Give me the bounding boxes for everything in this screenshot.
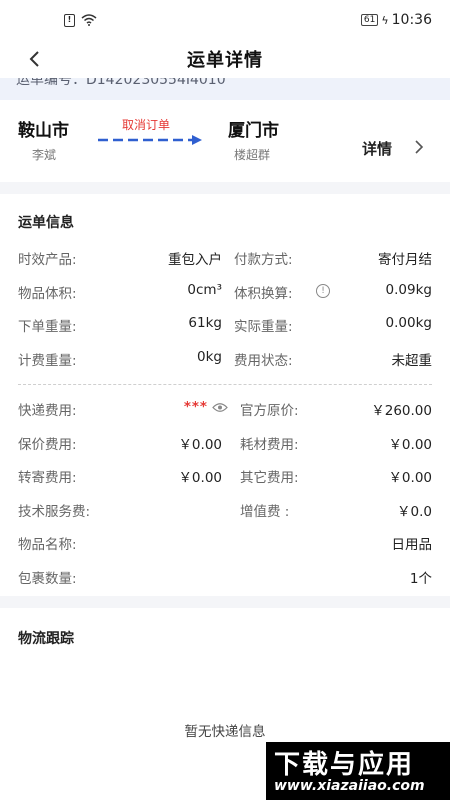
order-status: 取消订单 bbox=[122, 118, 171, 132]
info-value: 未超重 bbox=[391, 352, 433, 369]
info-value: 寄付月结 bbox=[378, 252, 432, 268]
info-label: 下单重量: bbox=[18, 319, 77, 335]
fee-label: 快递费用: bbox=[18, 403, 77, 419]
sender-name: 李斌 bbox=[32, 148, 57, 162]
chevron-right-icon bbox=[415, 140, 424, 154]
info-row: 下单重量: 61kg 实际重量: 0.00kg bbox=[0, 307, 450, 341]
fee-value: ￥0.00 bbox=[178, 470, 222, 486]
watermark-url-text: www.xiazaiiao.com bbox=[274, 778, 425, 794]
fee-label: 官方原价: bbox=[240, 403, 299, 419]
fee-label: 耗材费用: bbox=[240, 436, 299, 453]
waybill-number-text: 运单编号：D1420230554I4010 bbox=[16, 78, 226, 88]
dashed-divider bbox=[18, 384, 432, 385]
status-time: 10:36 bbox=[391, 12, 432, 28]
fee-label: 增值费 : bbox=[240, 503, 290, 520]
eye-icon[interactable] bbox=[212, 402, 228, 413]
waybill-number-strip: 运单编号：D1420230554I4010 bbox=[0, 78, 450, 100]
tracking-section: 物流跟踪 bbox=[0, 608, 450, 648]
info-label: 时效产品: bbox=[18, 252, 77, 268]
origin-city: 鞍山市 bbox=[18, 121, 69, 141]
detail-link[interactable]: 详情 bbox=[362, 138, 392, 159]
charging-icon: ϟ bbox=[381, 13, 389, 27]
package-count-label: 包裹数量: bbox=[18, 570, 77, 587]
sim-alert-icon: ! bbox=[64, 13, 75, 27]
info-label: 实际重量: bbox=[234, 319, 293, 335]
watermark-logo: 下载与应用 www.xiazaiiao.com bbox=[266, 742, 450, 800]
info-value: 0.00kg bbox=[385, 315, 432, 331]
wifi-icon bbox=[81, 14, 97, 26]
info-value: 0kg bbox=[197, 348, 222, 365]
chevron-left-icon bbox=[29, 51, 39, 67]
fee-value: ￥260.00 bbox=[371, 403, 432, 419]
fee-value: ￥0.00 bbox=[178, 436, 222, 453]
info-value: 0.09kg bbox=[385, 281, 432, 298]
info-row: 物品名称: 日用品 bbox=[0, 525, 450, 559]
masked-fee-value: *** bbox=[183, 399, 208, 415]
info-label: 体积换算: bbox=[234, 285, 293, 302]
fee-value: ￥0.00 bbox=[388, 436, 432, 453]
fee-value: ￥0.0 bbox=[397, 503, 432, 520]
waybill-section-title: 运单信息 bbox=[18, 215, 74, 231]
package-count-value: 1个 bbox=[409, 570, 432, 587]
info-value: 重包入户 bbox=[168, 252, 222, 268]
empty-tracking-message: 暂无快递信息 bbox=[184, 724, 266, 740]
nav-bar: 运单详情 bbox=[0, 40, 450, 78]
fee-label: 其它费用: bbox=[240, 470, 299, 486]
battery-icon: 61 bbox=[360, 14, 379, 26]
info-label: 物品体积: bbox=[18, 285, 77, 302]
back-button[interactable] bbox=[22, 46, 46, 72]
info-label: 付款方式: bbox=[234, 252, 293, 268]
watermark-main-text: 下载与应用 bbox=[274, 750, 415, 780]
info-label: 计费重量: bbox=[18, 352, 77, 369]
info-row: 计费重量: 0kg 费用状态: 未超重 bbox=[0, 341, 450, 375]
fee-label: 保价费用: bbox=[18, 436, 77, 453]
waybill-section: 运单信息 时效产品: 重包入户 付款方式: 寄付月结 物品体积: 0cm³ 体积… bbox=[0, 194, 450, 592]
fee-row: 保价费用: ￥0.00 耗材费用: ￥0.00 bbox=[0, 425, 450, 459]
destination-city: 厦门市 bbox=[228, 121, 279, 141]
fee-row: 转寄费用: ￥0.00 其它费用: ￥0.00 bbox=[0, 458, 450, 492]
item-name-label: 物品名称: bbox=[18, 537, 77, 553]
tracking-section-title: 物流跟踪 bbox=[18, 631, 74, 647]
section-divider bbox=[0, 596, 450, 608]
status-bar: ! 61 ϟ 10:36 bbox=[0, 0, 450, 40]
page-title: 运单详情 bbox=[187, 50, 263, 71]
fee-label: 技术服务费: bbox=[18, 503, 91, 520]
route-arrow-icon bbox=[98, 135, 202, 145]
info-icon[interactable]: ! bbox=[316, 283, 330, 298]
info-row: 物品体积: 0cm³ 体积换算: ! 0.09kg bbox=[0, 274, 450, 308]
info-row: 包裹数量: 1个 bbox=[0, 559, 450, 593]
info-label: 费用状态: bbox=[234, 352, 293, 369]
fee-value: ￥0.00 bbox=[388, 470, 432, 486]
fee-label: 转寄费用: bbox=[18, 470, 77, 486]
item-name-value: 日用品 bbox=[391, 537, 433, 553]
section-divider bbox=[0, 182, 450, 194]
info-value: 0cm³ bbox=[187, 281, 222, 298]
status-right: 61 ϟ 10:36 bbox=[360, 12, 432, 28]
receiver-name: 楼超群 bbox=[234, 148, 271, 162]
fee-row: 技术服务费: 增值费 : ￥0.0 bbox=[0, 492, 450, 526]
info-row: 时效产品: 重包入户 付款方式: 寄付月结 bbox=[0, 240, 450, 274]
status-left: ! bbox=[64, 13, 97, 27]
info-value: 61kg bbox=[188, 315, 222, 331]
fee-row: 快递费用: *** 官方原价: ￥260.00 bbox=[0, 391, 450, 425]
route-card[interactable]: 鞍山市 李斌 取消订单 厦门市 楼超群 详情 bbox=[0, 100, 450, 182]
